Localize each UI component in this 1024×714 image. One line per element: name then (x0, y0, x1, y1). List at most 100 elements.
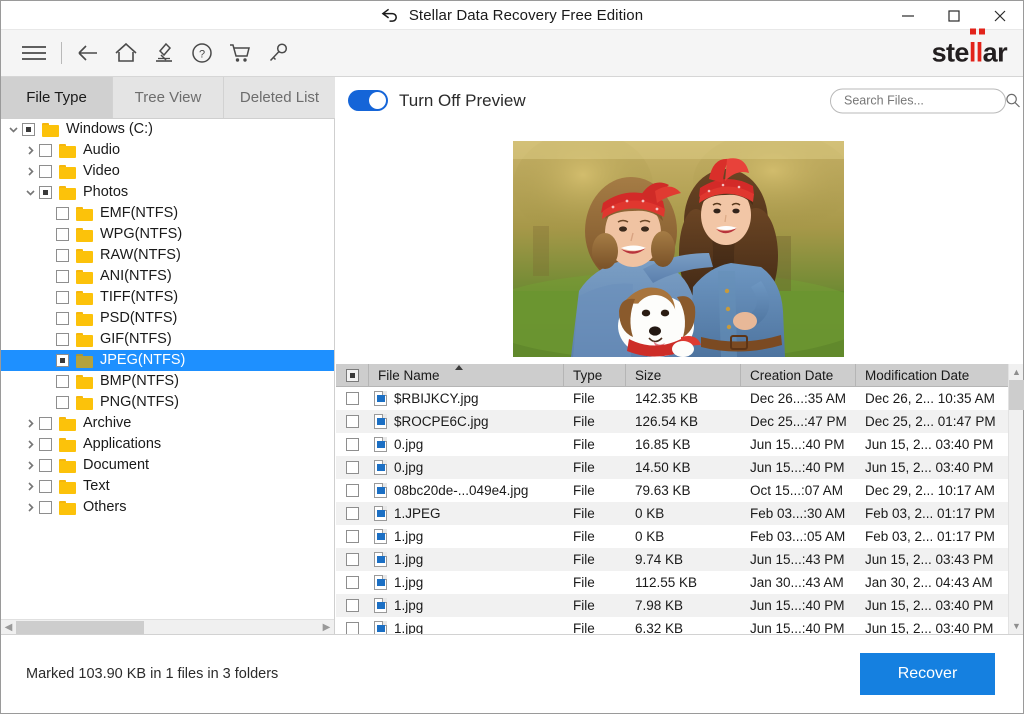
tree-item[interactable]: Applications (1, 434, 334, 455)
row-checkbox[interactable] (346, 530, 359, 543)
back-arrow-icon[interactable] (69, 30, 107, 77)
row-checkbox-cell[interactable] (336, 594, 369, 617)
tree-item-checkbox[interactable] (56, 312, 69, 325)
tree-item-checkbox[interactable] (22, 123, 35, 136)
scroll-left-icon[interactable]: ◀ (1, 620, 16, 635)
tree-item[interactable]: EMF(NTFS) (1, 203, 334, 224)
row-checkbox[interactable] (346, 622, 359, 634)
close-button[interactable] (977, 1, 1023, 30)
tree-item-checkbox[interactable] (56, 228, 69, 241)
sidebar-horizontal-scrollbar[interactable]: ◀ ▶ (1, 619, 334, 634)
tab-deleted-list[interactable]: Deleted List (224, 77, 335, 118)
row-checkbox-cell[interactable] (336, 571, 369, 594)
row-checkbox[interactable] (346, 438, 359, 451)
tree-item[interactable]: BMP(NTFS) (1, 371, 334, 392)
tree-item[interactable]: Audio (1, 140, 334, 161)
row-checkbox[interactable] (346, 599, 359, 612)
row-checkbox-cell[interactable] (336, 456, 369, 479)
row-checkbox-cell[interactable] (336, 410, 369, 433)
row-checkbox[interactable] (346, 415, 359, 428)
chevron-right-icon[interactable] (22, 413, 39, 434)
tree-item[interactable]: Video (1, 161, 334, 182)
select-all-header[interactable] (336, 364, 369, 387)
maximize-button[interactable] (931, 1, 977, 30)
search-input[interactable] (831, 94, 1005, 108)
tree-item[interactable]: Text (1, 476, 334, 497)
table-row[interactable]: 0.jpgFile16.85 KBJun 15...:40 PMJun 15, … (336, 433, 1023, 456)
row-checkbox-cell[interactable] (336, 433, 369, 456)
scroll-down-icon[interactable]: ▼ (1009, 618, 1024, 634)
scroll-up-icon[interactable]: ▲ (1009, 364, 1024, 380)
help-icon[interactable]: ? (183, 30, 221, 77)
tree-item[interactable]: JPEG(NTFS) (1, 350, 334, 371)
tree-item-checkbox[interactable] (56, 333, 69, 346)
key-icon[interactable] (259, 30, 297, 77)
row-checkbox[interactable] (346, 392, 359, 405)
row-checkbox[interactable] (346, 553, 359, 566)
tree-item-checkbox[interactable] (56, 396, 69, 409)
scroll-thumb[interactable] (16, 621, 144, 634)
tree-item[interactable]: PNG(NTFS) (1, 392, 334, 413)
tree-item[interactable]: PSD(NTFS) (1, 308, 334, 329)
chevron-right-icon[interactable] (22, 476, 39, 497)
chevron-right-icon[interactable] (22, 497, 39, 518)
tab-tree-view[interactable]: Tree View (113, 77, 224, 118)
tree-item[interactable]: TIFF(NTFS) (1, 287, 334, 308)
file-type-tree[interactable]: Windows (C:)AudioVideoPhotosEMF(NTFS)WPG… (1, 119, 335, 634)
chevron-down-icon[interactable] (22, 182, 39, 203)
home-icon[interactable] (107, 30, 145, 77)
table-row[interactable]: 1.jpgFile0 KBFeb 03...:05 AMFeb 03, 2...… (336, 525, 1023, 548)
preview-toggle[interactable] (348, 90, 388, 111)
tree-item-checkbox[interactable] (56, 291, 69, 304)
row-checkbox-cell[interactable] (336, 548, 369, 571)
search-box[interactable] (830, 88, 1006, 113)
table-row[interactable]: 1.jpgFile7.98 KBJun 15...:40 PMJun 15, 2… (336, 594, 1023, 617)
chevron-right-icon[interactable] (22, 140, 39, 161)
tab-file-type[interactable]: File Type (1, 77, 113, 118)
row-checkbox[interactable] (346, 484, 359, 497)
table-row[interactable]: $ROCPE6C.jpgFile126.54 KBDec 25...:47 PM… (336, 410, 1023, 433)
column-header-type[interactable]: Type (564, 364, 626, 387)
row-checkbox[interactable] (346, 576, 359, 589)
tree-item[interactable]: ANI(NTFS) (1, 266, 334, 287)
chevron-right-icon[interactable] (22, 455, 39, 476)
chevron-down-icon[interactable] (5, 119, 22, 140)
column-header-file-name[interactable]: File Name (369, 364, 564, 387)
tree-item-checkbox[interactable] (39, 438, 52, 451)
tree-item[interactable]: GIF(NTFS) (1, 329, 334, 350)
tree-item-checkbox[interactable] (56, 270, 69, 283)
hamburger-menu-icon[interactable] (15, 30, 53, 77)
scroll-thumb[interactable] (1009, 380, 1024, 410)
table-row[interactable]: 1.jpgFile6.32 KBJun 15...:40 PMJun 15, 2… (336, 617, 1023, 634)
tree-item-checkbox[interactable] (56, 207, 69, 220)
row-checkbox[interactable] (346, 461, 359, 474)
tree-item-checkbox[interactable] (39, 480, 52, 493)
table-row[interactable]: $RBIJKCY.jpgFile142.35 KBDec 26...:35 AM… (336, 387, 1023, 410)
tree-item[interactable]: WPG(NTFS) (1, 224, 334, 245)
tree-item[interactable]: Windows (C:) (1, 119, 334, 140)
table-row[interactable]: 08bc20de-...049e4.jpgFile79.63 KBOct 15.… (336, 479, 1023, 502)
chevron-right-icon[interactable] (22, 161, 39, 182)
tree-item[interactable]: Others (1, 497, 334, 518)
tree-item[interactable]: Photos (1, 182, 334, 203)
row-checkbox-cell[interactable] (336, 502, 369, 525)
tree-item-checkbox[interactable] (56, 249, 69, 262)
row-checkbox[interactable] (346, 507, 359, 520)
table-row[interactable]: 1.JPEGFile0 KBFeb 03...:30 AMFeb 03, 2..… (336, 502, 1023, 525)
minimize-button[interactable] (885, 1, 931, 30)
table-row[interactable]: 1.jpgFile9.74 KBJun 15...:43 PMJun 15, 2… (336, 548, 1023, 571)
tree-item-checkbox[interactable] (39, 186, 52, 199)
row-checkbox-cell[interactable] (336, 617, 369, 634)
table-row[interactable]: 1.jpgFile112.55 KBJan 30...:43 AMJan 30,… (336, 571, 1023, 594)
tree-item[interactable]: Archive (1, 413, 334, 434)
tree-item-checkbox[interactable] (56, 354, 69, 367)
row-checkbox-cell[interactable] (336, 525, 369, 548)
table-row[interactable]: 0.jpgFile14.50 KBJun 15...:40 PMJun 15, … (336, 456, 1023, 479)
tree-item[interactable]: Document (1, 455, 334, 476)
tree-item[interactable]: RAW(NTFS) (1, 245, 334, 266)
tree-item-checkbox[interactable] (39, 144, 52, 157)
cart-icon[interactable] (221, 30, 259, 77)
row-checkbox-cell[interactable] (336, 479, 369, 502)
table-vertical-scrollbar[interactable]: ▲ ▼ (1008, 364, 1023, 634)
column-header-size[interactable]: Size (626, 364, 741, 387)
